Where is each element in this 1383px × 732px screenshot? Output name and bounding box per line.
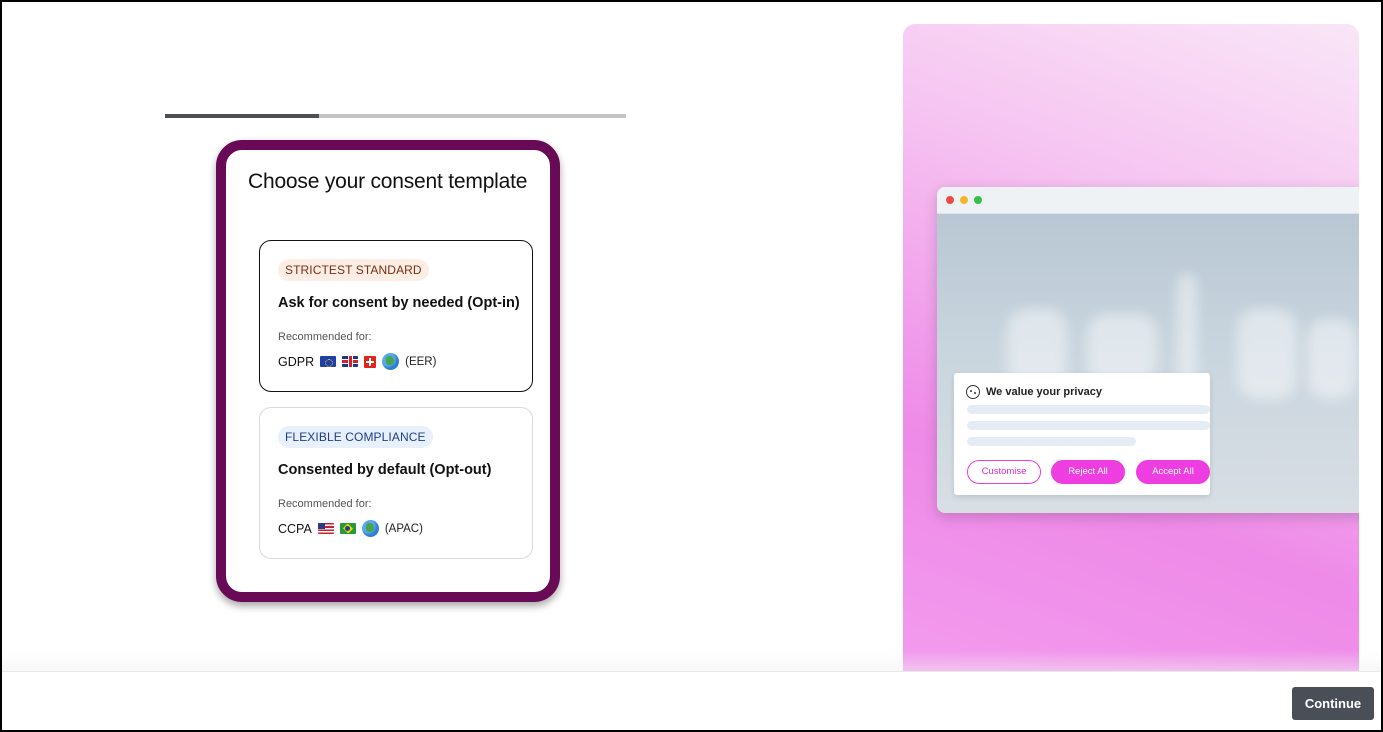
brazil-flag-icon [339,523,356,534]
progress-bar-fill [165,114,319,118]
globe-asia-icon [361,520,379,537]
recommended-label: Recommended for: [278,331,372,343]
footer-fade [0,650,1383,672]
swiss-flag-icon [364,355,377,368]
cookie-banner-title: We value your privacy [966,385,1102,399]
option-title: Consented by default (Opt-out) [278,462,492,478]
option-opt-out[interactable]: FLEXIBLE COMPLIANCE Consented by default… [259,407,533,559]
minimize-dot-icon [960,196,968,204]
page-title: Choose your consent template [248,170,528,193]
cookie-banner-title-text: We value your privacy [986,386,1102,398]
reject-all-button[interactable]: Reject All [1051,460,1125,484]
blur-shape [1237,309,1297,399]
maximize-dot-icon [974,196,982,204]
blur-shape [1307,319,1357,399]
skeleton-line [967,421,1210,430]
law-label: CCPA [278,521,312,536]
flexible-compliance-badge: FLEXIBLE COMPLIANCE [278,426,433,448]
close-dot-icon [946,196,954,204]
footer-bar: Continue [0,671,1383,732]
browser-toolbar [937,187,1359,214]
cookie-icon [966,385,980,399]
cookie-banner: We value your privacy Customise Reject A… [954,373,1210,495]
option-title: Ask for consent by needed (Opt-in) [278,295,520,311]
preview-panel: We value your privacy Customise Reject A… [903,24,1359,674]
customise-button[interactable]: Customise [967,460,1041,484]
region-list: GDPR (EER) [278,353,436,370]
accept-all-button[interactable]: Accept All [1136,460,1210,484]
skeleton-line [967,405,1210,414]
browser-mockup: We value your privacy Customise Reject A… [937,187,1359,513]
continue-button[interactable]: Continue [1292,687,1374,720]
consent-template-panel: Choose your consent template STRICTEST S… [216,140,560,602]
recommended-label: Recommended for: [278,498,372,510]
region-tag: (APAC) [384,522,423,535]
region-tag: (EER) [405,355,437,368]
globe-europe-icon [382,353,400,370]
progress-bar [165,114,626,118]
region-list: CCPA (APAC) [278,520,423,537]
uk-flag-icon [342,356,359,367]
law-label: GDPR [278,354,315,369]
eu-flag-icon [320,356,337,367]
skeleton-line [967,437,1136,446]
option-opt-in[interactable]: STRICTEST STANDARD Ask for consent by ne… [259,240,533,392]
us-flag-icon [317,523,334,534]
strictest-standard-badge: STRICTEST STANDARD [278,259,429,281]
